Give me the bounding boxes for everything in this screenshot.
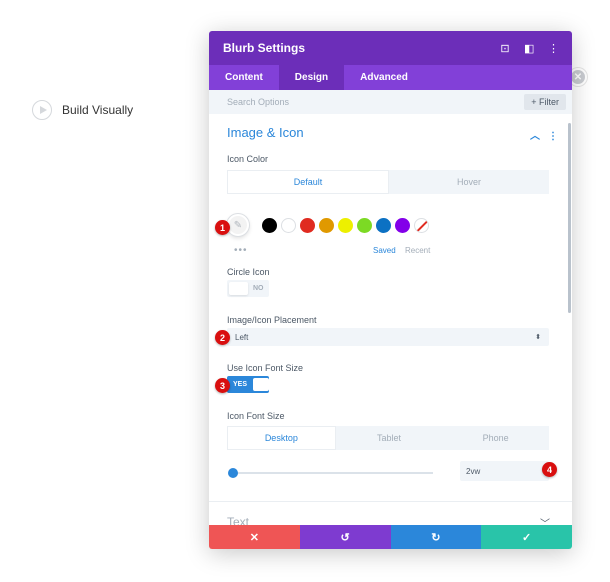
saved-colors-tab[interactable]: Saved bbox=[373, 246, 396, 255]
scrollbar[interactable] bbox=[568, 123, 571, 313]
circle-icon-value: NO bbox=[253, 285, 264, 292]
tab-advanced[interactable]: Advanced bbox=[344, 65, 424, 90]
more-swatches-icon[interactable]: ••• bbox=[234, 245, 248, 256]
callout-marker: 4 bbox=[542, 462, 557, 477]
swatch-orange[interactable] bbox=[319, 217, 334, 233]
select-arrows-icon: ⬍ bbox=[535, 334, 541, 341]
tab-bar: Content Design Advanced bbox=[209, 65, 572, 90]
circle-icon-switch[interactable]: NO bbox=[227, 280, 269, 297]
blurb-settings-modal: Blurb Settings ⊡ ◧ ⋮ Content Design Adva… bbox=[209, 31, 572, 549]
more-vertical-icon[interactable]: ⋮ bbox=[548, 42, 559, 55]
placement-select[interactable]: Left ⬍ bbox=[227, 328, 549, 346]
callout-marker: 1 bbox=[215, 220, 230, 235]
eyedropper-icon[interactable]: ✎ bbox=[227, 214, 249, 236]
section-divider bbox=[209, 501, 572, 502]
placement-value: Left bbox=[235, 332, 249, 342]
modal-footer: ✕ ↺ ↻ ✓ bbox=[209, 525, 572, 549]
discard-button[interactable]: ✕ bbox=[209, 525, 300, 549]
chevron-up-icon[interactable]: ︿ bbox=[530, 131, 540, 142]
search-bar: Search Options + Filter bbox=[209, 90, 572, 114]
recent-colors-tab[interactable]: Recent bbox=[405, 246, 430, 255]
section-title[interactable]: Image & Icon bbox=[227, 125, 304, 140]
swatch-yellow[interactable] bbox=[338, 217, 353, 233]
filter-button[interactable]: + Filter bbox=[524, 94, 566, 110]
save-button[interactable]: ✓ bbox=[481, 525, 572, 549]
swatch-green[interactable] bbox=[357, 217, 372, 233]
redo-button[interactable]: ↻ bbox=[390, 525, 482, 549]
font-size-slider-track[interactable] bbox=[231, 472, 433, 474]
search-input[interactable]: Search Options bbox=[227, 97, 289, 107]
switch-knob bbox=[229, 282, 248, 295]
color-swatches: ✎ bbox=[227, 214, 433, 236]
font-size-slider-handle[interactable] bbox=[228, 468, 238, 478]
chevron-down-icon[interactable]: ﹀ bbox=[540, 515, 550, 525]
tab-design[interactable]: Design bbox=[278, 65, 345, 90]
font-size-input[interactable]: 2vw bbox=[460, 461, 549, 481]
split-view-icon[interactable]: ◧ bbox=[524, 42, 534, 55]
hover-state-tab[interactable]: Hover bbox=[389, 170, 549, 194]
swatch-blue[interactable] bbox=[376, 217, 391, 233]
target-icon[interactable]: ⊡ bbox=[500, 42, 510, 55]
icon-color-state-toggle: Default Hover bbox=[227, 170, 549, 194]
switch-knob bbox=[253, 378, 269, 391]
text-section-title[interactable]: Text bbox=[227, 515, 249, 525]
modal-title: Blurb Settings bbox=[223, 41, 306, 55]
callout-marker: 2 bbox=[215, 330, 230, 345]
play-circle-icon bbox=[32, 100, 52, 120]
icon-color-label: Icon Color bbox=[227, 154, 269, 164]
modal-header: Blurb Settings ⊡ ◧ ⋮ bbox=[209, 31, 572, 65]
use-icon-font-size-value: YES bbox=[233, 381, 248, 388]
use-icon-font-size-switch[interactable]: YES bbox=[227, 376, 269, 393]
device-tab-desktop[interactable]: Desktop bbox=[227, 426, 336, 450]
default-state-tab[interactable]: Default bbox=[227, 170, 389, 194]
more-vertical-icon[interactable]: ⋮ bbox=[548, 131, 558, 142]
undo-button[interactable]: ↺ bbox=[299, 525, 391, 549]
callout-marker: 3 bbox=[215, 378, 230, 393]
swatch-purple[interactable] bbox=[395, 217, 410, 233]
settings-content: Image & Icon ︿ ⋮ Icon Color Default Hover… bbox=[209, 114, 572, 525]
device-tab-tablet[interactable]: Tablet bbox=[336, 426, 443, 450]
build-visually-item[interactable]: Build Visually bbox=[32, 100, 133, 120]
device-toggle: Desktop Tablet Phone bbox=[227, 426, 549, 450]
device-tab-phone[interactable]: Phone bbox=[442, 426, 549, 450]
icon-font-size-label: Icon Font Size bbox=[227, 411, 285, 421]
swatch-white[interactable] bbox=[281, 217, 296, 233]
build-visually-label: Build Visually bbox=[62, 103, 134, 117]
swatch-black[interactable] bbox=[262, 217, 277, 233]
no-color-swatch[interactable] bbox=[414, 217, 429, 233]
placement-label: Image/Icon Placement bbox=[227, 315, 317, 325]
circle-icon-label: Circle Icon bbox=[227, 267, 270, 277]
section-controls: ︿ ⋮ bbox=[522, 127, 558, 142]
tab-content[interactable]: Content bbox=[209, 65, 279, 90]
use-icon-font-size-label: Use Icon Font Size bbox=[227, 363, 304, 373]
swatch-red[interactable] bbox=[300, 217, 315, 233]
